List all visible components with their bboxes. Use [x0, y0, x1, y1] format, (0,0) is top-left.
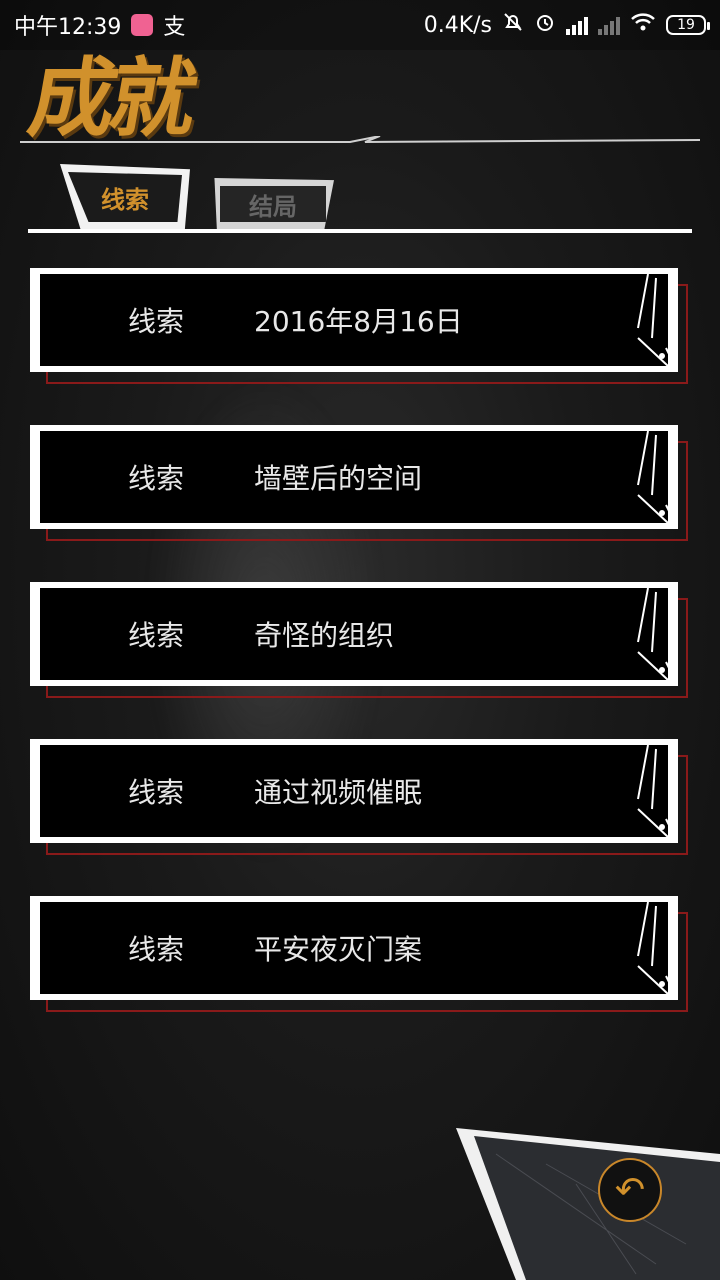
clue-card-body: 线索 奇怪的组织	[40, 588, 668, 680]
clue-card-body: 线索 通过视频催眠	[40, 745, 668, 837]
scratch-decoration	[637, 273, 675, 367]
clue-name: 墙壁后的空间	[254, 462, 423, 495]
scratch-decoration	[637, 430, 675, 524]
wifi-icon	[630, 11, 656, 39]
status-time: 中午12:39	[14, 15, 122, 40]
clue-card-body: 线索 2016年8月16日	[40, 274, 668, 366]
signal-icon-secondary	[598, 15, 620, 35]
alipay-icon: 支	[163, 15, 186, 40]
clue-card: 线索 2016年8月16日	[30, 268, 678, 372]
scratch-decoration	[637, 901, 675, 995]
back-arrow-icon: ↶	[614, 1169, 646, 1211]
list-item[interactable]: 线索 平安夜灭门案	[30, 896, 690, 1012]
scratch-decoration	[637, 744, 675, 838]
alarm-icon	[534, 11, 556, 39]
clue-tag: 线索	[128, 776, 185, 809]
tab-endings-label: 结局	[220, 186, 326, 222]
clue-card-body: 线索 墙壁后的空间	[40, 431, 668, 523]
list-item[interactable]: 线索 奇怪的组织	[30, 582, 690, 698]
clue-name: 通过视频催眠	[254, 776, 423, 809]
tab-endings[interactable]: 结局	[214, 178, 334, 230]
clue-list: 线索 2016年8月16日 线索 墙壁后的空间 线索 奇怪的组织 线索 通过视频…	[30, 268, 690, 1053]
tab-clues[interactable]: 线索	[60, 164, 190, 230]
clue-tag: 线索	[128, 619, 185, 652]
clue-tag: 线索	[128, 462, 185, 495]
clue-card: 线索 奇怪的组织	[30, 582, 678, 686]
clue-tag: 线索	[128, 305, 185, 338]
tab-underline	[28, 229, 692, 233]
list-item[interactable]: 线索 通过视频催眠	[30, 739, 690, 855]
clue-tag: 线索	[128, 933, 185, 966]
clue-name: 平安夜灭门案	[254, 933, 423, 966]
list-item[interactable]: 线索 墙壁后的空间	[30, 425, 690, 541]
battery-icon: 19	[666, 15, 710, 35]
clue-card: 线索 平安夜灭门案	[30, 896, 678, 1000]
signal-icon	[566, 15, 588, 35]
back-button[interactable]: ↶	[598, 1158, 662, 1222]
battery-level: 19	[677, 17, 695, 33]
back-panel	[456, 1128, 720, 1280]
clue-card-body: 线索 平安夜灭门案	[40, 902, 668, 994]
list-item[interactable]: 线索 2016年8月16日	[30, 268, 690, 384]
clue-card: 线索 墙壁后的空间	[30, 425, 678, 529]
tab-clues-label: 线索	[68, 172, 182, 222]
mute-icon	[502, 11, 524, 39]
clue-name: 奇怪的组织	[254, 619, 395, 652]
clue-name: 2016年8月16日	[254, 305, 463, 338]
clue-card: 线索 通过视频催眠	[30, 739, 678, 843]
status-bar: 中午12:39 支 0.4K/s 19	[0, 0, 720, 50]
scratch-decoration	[637, 587, 675, 681]
net-speed: 0.4K/s	[423, 12, 492, 38]
app-notification-icon	[131, 14, 154, 36]
